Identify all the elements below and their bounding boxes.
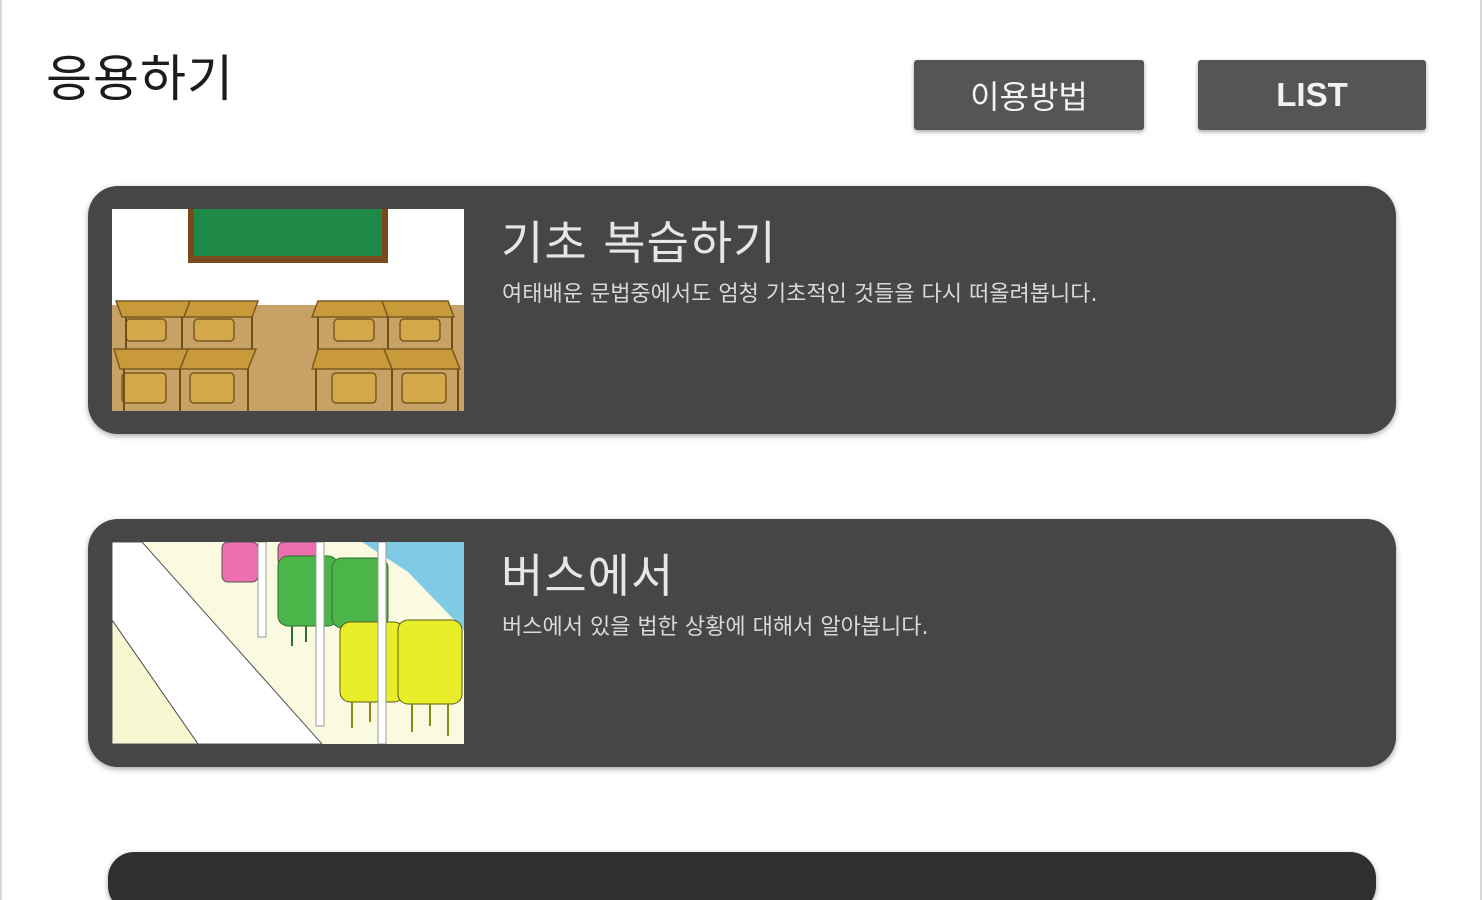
card-description: 여태배운 문법중에서도 엄청 기초적인 것들을 다시 떠올려봅니다. [502,282,1098,307]
card-title: 버스에서 [501,549,675,603]
app-screen: 응용하기 이용방법 LIST 기초 복습하기 여태배운 문법중에서도 엄청 기초… [0,0,1482,900]
how-to-use-button[interactable]: 이용방법 [914,60,1144,130]
page-title: 응용하기 [46,50,234,108]
bus-thumbnail [112,542,464,744]
list-button[interactable]: LIST [1198,60,1426,130]
card-title: 기초 복습하기 [501,216,777,270]
classroom-thumbnail [112,209,464,411]
card-description: 버스에서 있을 법한 상황에 대해서 알아봅니다. [502,615,929,640]
lesson-card-on-the-bus[interactable]: 버스에서 버스에서 있을 법한 상황에 대해서 알아봅니다. [88,519,1396,767]
lesson-card-partial[interactable] [108,852,1376,900]
lesson-card-basics-review[interactable]: 기초 복습하기 여태배운 문법중에서도 엄청 기초적인 것들을 다시 떠올려봅니… [88,186,1396,434]
